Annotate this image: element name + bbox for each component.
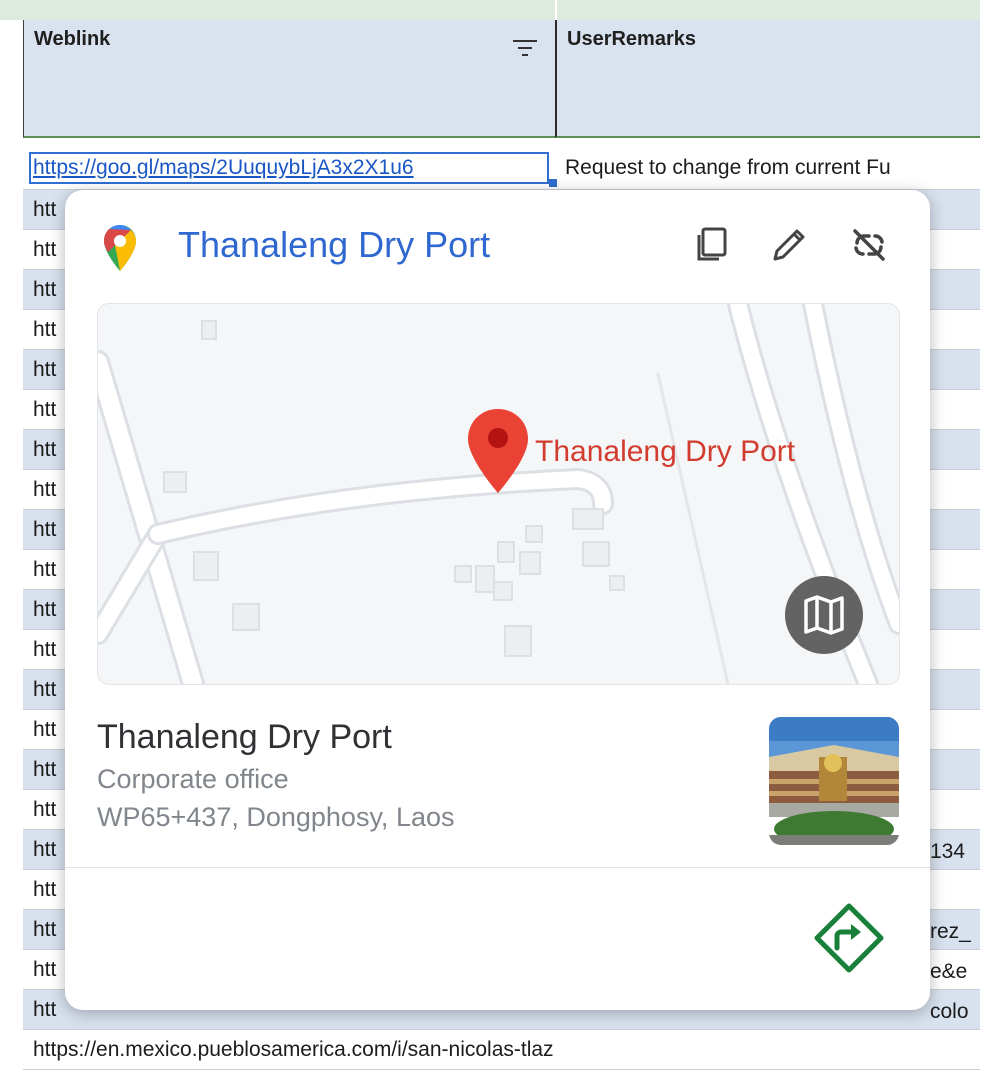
- header-user-remarks-label: UserRemarks: [567, 28, 696, 50]
- map-pin-label: Thanaleng Dry Port: [535, 435, 796, 468]
- map-pin-icon: [468, 409, 528, 493]
- link-preview-card: Thanaleng Dry Port Thanaleng Dry Port Th…: [65, 190, 930, 1010]
- cell-fragment: 134: [930, 840, 966, 863]
- popup-title[interactable]: Thanaleng Dry Port: [178, 224, 490, 266]
- header-weblink[interactable]: Weblink: [23, 20, 555, 138]
- column-letter-strip: [0, 0, 980, 20]
- copy-icon[interactable]: [690, 223, 734, 267]
- remarks-cell[interactable]: Request to change from current Fu: [565, 148, 980, 188]
- unlink-icon[interactable]: [847, 223, 891, 267]
- header-user-remarks[interactable]: UserRemarks: [555, 20, 980, 138]
- cell-fragment: colo: [930, 1000, 969, 1023]
- map-layer-button[interactable]: [785, 576, 863, 654]
- map-preview[interactable]: Thanaleng Dry Port: [97, 303, 900, 685]
- table-row[interactable]: https://en.mexico.pueblosamerica.com/i/s…: [23, 1030, 980, 1070]
- cell-fragment: rez_: [930, 920, 971, 943]
- map-layer-icon: [804, 595, 844, 635]
- card-divider: [65, 867, 930, 868]
- weblink-cell[interactable]: https://en.mexico.pueblosamerica.com/i/s…: [33, 1030, 553, 1069]
- place-photo[interactable]: [769, 717, 899, 845]
- selected-cell-outline: [29, 152, 549, 184]
- cell-fragment: e&e: [930, 960, 968, 983]
- place-address: WP65+437, Dongphosy, Laos: [97, 802, 455, 832]
- place-name: Thanaleng Dry Port: [97, 718, 392, 756]
- filter-icon[interactable]: [511, 36, 539, 60]
- place-category: Corporate office: [97, 764, 289, 794]
- google-maps-icon: [104, 225, 136, 271]
- edit-pencil-icon[interactable]: [767, 223, 811, 267]
- header-weblink-label: Weblink: [34, 28, 111, 50]
- fill-handle[interactable]: [549, 179, 557, 187]
- directions-icon[interactable]: [813, 902, 885, 974]
